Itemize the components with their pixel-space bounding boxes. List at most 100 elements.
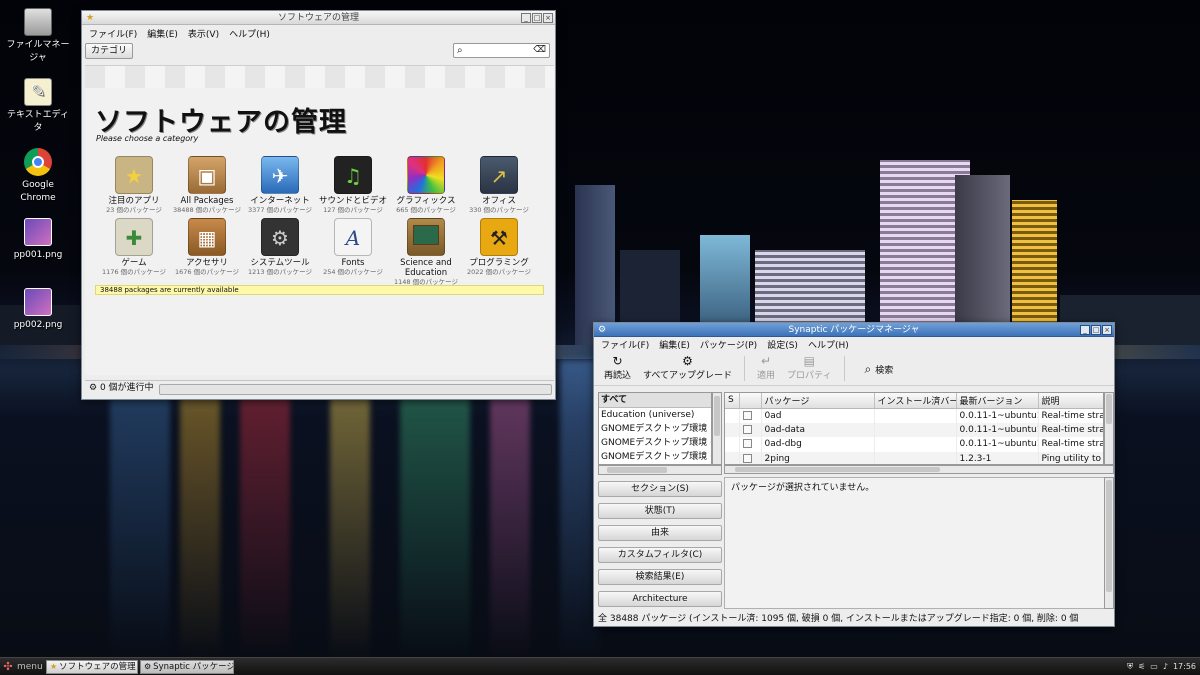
page-subtitle: Please choose a category <box>96 134 199 143</box>
column-header-status[interactable]: S <box>725 393 740 409</box>
category-internet[interactable]: ✈ インターネット 3377 個のパッケージ <box>243 156 317 214</box>
desktop-icon-chrome[interactable]: Google Chrome <box>4 148 72 205</box>
menu-edit[interactable]: 編集(E) <box>654 338 695 351</box>
status-filter-button[interactable]: 状態(T) <box>598 503 722 519</box>
package-latest: 0.0.11-1~ubuntu12. <box>956 437 1039 452</box>
filter-list: すべて Education (universe) GNOMEデスクトップ環境 G… <box>598 392 712 465</box>
menu-edit[interactable]: 編集(E) <box>142 27 183 40</box>
desktop-icon-label: ファイルマネージャ <box>6 40 70 63</box>
filter-item[interactable]: GNOMEデスクトップ環境 <box>599 422 711 436</box>
network-icon[interactable]: ⚟ <box>1138 660 1145 674</box>
table-row[interactable]: 2ping 1.2.3-1 Ping utility to d <box>725 451 1103 464</box>
start-menu-button[interactable]: ✣ menu <box>2 659 42 675</box>
menu-file[interactable]: ファイル(F) <box>596 338 654 351</box>
wallpaper-reflection <box>180 360 220 660</box>
maximize-button[interactable]: □ <box>1091 325 1101 335</box>
category-count: 1213 個のパッケージ <box>248 268 312 276</box>
task-software-center[interactable]: ★ ソフトウェアの管理 <box>46 660 138 674</box>
png-file-icon <box>24 288 52 316</box>
volume-icon[interactable]: ♪ <box>1163 660 1168 674</box>
desktop-icon-pp002[interactable]: pp002.png <box>4 288 72 332</box>
column-header-installed[interactable]: インストール済バー <box>874 393 957 409</box>
filter-item[interactable]: GNOMEデスクトップ環境 (u <box>599 450 711 464</box>
star-icon: ★ <box>50 662 58 671</box>
toolbar: カテゴリ ⌕ ⌫ <box>82 42 555 62</box>
category-fonts[interactable]: A Fonts 254 個のパッケージ <box>316 218 390 276</box>
package-hscrollbar[interactable] <box>724 465 1114 474</box>
properties-button[interactable]: ▤ プロパティ <box>781 352 837 385</box>
search-results-button[interactable]: 検索結果(E) <box>598 569 722 585</box>
category-accessories[interactable]: ▦ アクセサリ 1676 個のパッケージ <box>170 218 244 276</box>
category-science-education[interactable]: Science and Education 1148 個のパッケージ <box>389 218 463 286</box>
font-icon: A <box>334 218 372 256</box>
column-header-package[interactable]: パッケージ <box>761 393 875 409</box>
clock[interactable]: 17:56 <box>1173 660 1196 674</box>
maximize-button[interactable]: □ <box>532 13 542 23</box>
category-programming[interactable]: ⚒ プログラミング 2022 個のパッケージ <box>462 218 536 276</box>
close-button[interactable]: × <box>1102 325 1112 335</box>
menu-package[interactable]: パッケージ(P) <box>695 338 762 351</box>
custom-filter-button[interactable]: カスタムフィルタ(C) <box>598 547 722 563</box>
column-header-description[interactable]: 説明 <box>1038 393 1103 409</box>
category-system-tools[interactable]: ⚙ システムツール 1213 個のパッケージ <box>243 218 317 276</box>
synaptic-titlebar[interactable]: ⚙ Synaptic パッケージマネージャ _ □ × <box>594 323 1114 337</box>
progress-bar <box>159 384 552 395</box>
filter-item[interactable]: GNOMEデスクトップ環境 (m <box>599 436 711 450</box>
close-button[interactable]: × <box>543 13 553 23</box>
package-latest: 0.0.11-1~ubuntu12. <box>956 422 1039 437</box>
column-header-latest[interactable]: 最新バージョン <box>956 393 1039 409</box>
origin-button[interactable]: 由来 <box>598 525 722 541</box>
category-all-packages[interactable]: ▣ All Packages 38488 個のパッケージ <box>170 156 244 214</box>
star-icon: ★ <box>115 156 153 194</box>
package-checkbox[interactable] <box>742 424 752 434</box>
gear-icon: ⚙ <box>89 383 98 393</box>
menu-settings[interactable]: 設定(S) <box>762 338 803 351</box>
reload-button[interactable]: ↻ 再読込 <box>598 352 637 385</box>
category-featured[interactable]: ★ 注目のアプリ 23 個のパッケージ <box>97 156 171 214</box>
apply-button[interactable]: ↵ 適用 <box>751 352 781 385</box>
sections-button[interactable]: セクション(S) <box>598 481 722 497</box>
minimize-button[interactable]: _ <box>521 13 531 23</box>
search-button[interactable]: ⌕ 検索 <box>851 352 900 385</box>
software-center-titlebar[interactable]: ★ ソフトウェアの管理 _ □ × <box>82 11 555 25</box>
category-button[interactable]: カテゴリ <box>85 43 134 59</box>
desktop-icon-file-manager[interactable]: ファイルマネージャ <box>4 8 72 65</box>
architecture-button[interactable]: Architecture <box>598 591 722 607</box>
synaptic-app-icon: ⚙ <box>597 325 607 335</box>
shield-icon[interactable]: ⛨ <box>1127 660 1133 674</box>
package-checkbox[interactable] <box>742 439 752 449</box>
display-icon[interactable]: ▭ <box>1150 660 1158 674</box>
filter-scrollbar[interactable] <box>712 392 722 465</box>
filter-item[interactable]: すべて <box>599 393 711 408</box>
apply-icon: ↵ <box>761 354 772 368</box>
column-header-spacer <box>739 393 762 409</box>
menu-help[interactable]: ヘルプ(H) <box>803 338 854 351</box>
table-row[interactable]: 0ad-data 0.0.11-1~ubuntu12. Real-time st… <box>725 422 1103 437</box>
clear-search-icon[interactable]: ⌫ <box>533 44 546 57</box>
desktop-icon-pp001[interactable]: pp001.png <box>4 218 72 262</box>
desktop-icon-text-editor[interactable]: ✎ テキストエディタ <box>4 78 72 135</box>
upgrade-all-button[interactable]: ⚙ すべてアップグレード <box>637 352 738 385</box>
task-label: ソフトウェアの管理 <box>59 662 136 672</box>
minimize-button[interactable]: _ <box>1080 325 1090 335</box>
category-label: サウンドとビデオ <box>318 196 387 206</box>
filter-item[interactable]: Education (universe) <box>599 408 711 422</box>
package-vscrollbar[interactable] <box>1104 392 1114 465</box>
category-sound-video[interactable]: ♫ サウンドとビデオ 127 個のパッケージ <box>316 156 390 214</box>
task-synaptic[interactable]: ⚙Synaptic パッケージ... <box>140 660 234 674</box>
category-graphics[interactable]: グラフィックス 665 個のパッケージ <box>389 156 463 214</box>
details-scrollbar[interactable] <box>1104 477 1114 609</box>
table-row[interactable]: 0ad 0.0.11-1~ubuntu12. Real-time strat <box>725 408 1103 423</box>
filter-hscrollbar[interactable] <box>598 465 722 475</box>
menu-view[interactable]: 表示(V) <box>183 27 224 40</box>
package-checkbox[interactable] <box>742 453 752 463</box>
category-count: 1176 個のパッケージ <box>102 268 166 276</box>
category-games[interactable]: ✚ ゲーム 1176 個のパッケージ <box>97 218 171 276</box>
table-row[interactable]: 0ad-dbg 0.0.11-1~ubuntu12. Real-time str… <box>725 437 1103 452</box>
wallpaper-building <box>955 175 1010 345</box>
menu-file[interactable]: ファイル(F) <box>84 27 142 40</box>
menu-help[interactable]: ヘルプ(H) <box>224 27 275 40</box>
search-input[interactable]: ⌕ ⌫ <box>453 43 550 58</box>
category-office[interactable]: ↗ オフィス 330 個のパッケージ <box>462 156 536 214</box>
package-checkbox[interactable] <box>742 410 752 420</box>
